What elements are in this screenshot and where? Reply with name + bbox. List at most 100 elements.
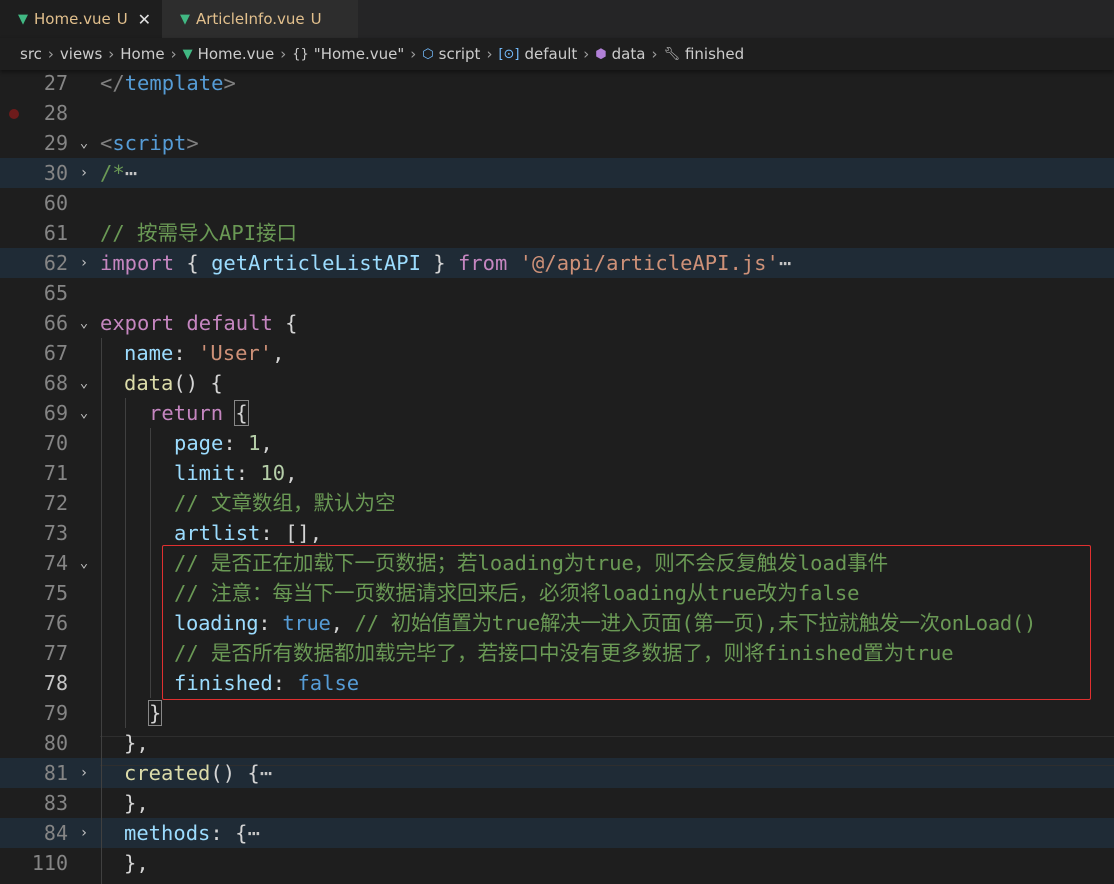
line-number: 74 (43, 551, 68, 575)
breadcrumb-component[interactable]: {} "Home.vue" (292, 45, 404, 63)
code-text: /*⋯ (100, 158, 137, 188)
line-number: 69 (43, 401, 68, 425)
annotation-highlight-box (162, 545, 1091, 700)
code-text: export default { (100, 308, 298, 338)
breadcrumb-finished[interactable]: 🔧︎ finished (663, 45, 744, 63)
tag-close: > (223, 71, 236, 95)
tab-articleinfo-vue[interactable]: ▼ ArticleInfo.vue U (162, 0, 358, 38)
tag-name: template (124, 71, 224, 95)
breadcrumb-file[interactable]: ▼ Home.vue (183, 45, 275, 63)
function-name: created (124, 761, 211, 785)
vue-file-icon: ▼ (180, 11, 190, 27)
chevron-right-icon: › (651, 45, 658, 63)
breadcrumb-views[interactable]: views (60, 45, 102, 63)
line-number: 65 (43, 281, 68, 305)
number: 1 (248, 431, 261, 455)
punctuation: : { (210, 821, 248, 845)
line-number: 27 (43, 71, 68, 95)
breadcrumb-data[interactable]: ⬢ data (595, 45, 645, 63)
tab-label: ArticleInfo.vue (196, 10, 305, 28)
close-icon[interactable]: ✕ (138, 10, 151, 29)
code-line: 81 › created() {⋯ (0, 758, 1114, 788)
comma: , (285, 461, 298, 485)
line-number: 66 (43, 311, 68, 335)
folded-ellipsis[interactable]: ⋯ (247, 821, 259, 845)
code-text: data() { (124, 368, 223, 398)
chevron-right-icon[interactable]: › (76, 248, 92, 278)
function-name: data (124, 371, 174, 395)
code-line: 110 }, (0, 848, 1114, 878)
breadcrumb-script[interactable]: ⬡ script (422, 45, 480, 63)
property: artlist (174, 521, 261, 545)
chevron-right-icon: › (280, 45, 287, 63)
line-number: 80 (43, 731, 68, 755)
property: name (124, 341, 174, 365)
property: methods (124, 821, 211, 845)
method-cube-icon: ⬢ (595, 46, 607, 62)
code-line: 80 }, (0, 728, 1114, 758)
line-number: 110 (31, 851, 68, 875)
code-line: 62 › import { getArticleListAPI } from '… (0, 248, 1114, 278)
chevron-right-icon[interactable]: › (76, 818, 92, 848)
code-line: 69 ⌄ return { (0, 398, 1114, 428)
line-number: 81 (43, 761, 68, 785)
folded-ellipsis[interactable]: ⋯ (779, 251, 791, 275)
line-number: 29 (43, 131, 68, 155)
line-number: 62 (43, 251, 68, 275)
code-line: 83 }, (0, 788, 1114, 818)
code-text: return { (149, 398, 249, 428)
code-line: 68 ⌄ data() { (0, 368, 1114, 398)
folded-ellipsis[interactable]: ⋯ (260, 761, 272, 785)
chevron-right-icon[interactable]: › (76, 158, 92, 188)
chevron-down-icon[interactable]: ⌄ (76, 398, 92, 428)
tab-home-vue[interactable]: ▼ Home.vue U ✕ (0, 0, 162, 38)
code-line: 65 (0, 278, 1114, 308)
chevron-right-icon: › (170, 45, 177, 63)
chevron-down-icon[interactable]: ⌄ (76, 308, 92, 338)
comma: , (260, 431, 273, 455)
breadcrumb-finished-label: finished (684, 45, 745, 63)
code-text: limit: 10, (174, 458, 297, 488)
comment: // 文章数组，默认为空 (174, 491, 396, 515)
code-editor[interactable]: 27 </template> 28 29 ⌄ <script> 30 › /*⋯… (0, 68, 1114, 884)
tab-bar: ▼ Home.vue U ✕ ▼ ArticleInfo.vue U (0, 0, 1114, 38)
code-line: 71 limit: 10, (0, 458, 1114, 488)
breadcrumb-component-label: "Home.vue" (313, 45, 405, 63)
chevron-down-icon[interactable]: ⌄ (76, 548, 92, 578)
number: 10 (260, 461, 286, 485)
colon: : (173, 341, 199, 365)
code-line: 66 ⌄ export default { (0, 308, 1114, 338)
breadcrumb-default-label: default (524, 45, 578, 63)
keyword-default: default (186, 311, 273, 335)
chevron-right-icon[interactable]: › (76, 758, 92, 788)
line-number: 77 (43, 641, 68, 665)
breakpoint-dot[interactable] (9, 109, 19, 119)
punctuation: : [], (260, 521, 323, 545)
line-number: 73 (43, 521, 68, 545)
untracked-badge: U (310, 10, 322, 28)
breadcrumb-home[interactable]: Home (120, 45, 164, 63)
code-line: 27 </template> (0, 68, 1114, 98)
chevron-right-icon: › (47, 45, 54, 63)
colon: : (235, 461, 261, 485)
tag-name: script (112, 131, 187, 155)
module-icon: ⬡ (422, 46, 434, 62)
braces-icon: {} (292, 46, 309, 62)
chevron-down-icon[interactable]: ⌄ (76, 368, 92, 398)
line-number: 67 (43, 341, 68, 365)
code-line: 67 name: 'User', (0, 338, 1114, 368)
breadcrumb-src[interactable]: src (20, 45, 42, 63)
code-text: methods: {⋯ (124, 818, 260, 848)
tag-open: </ (100, 71, 125, 95)
property: page (174, 431, 224, 455)
code-text: import { getArticleListAPI } from '@/api… (100, 248, 791, 278)
chevron-down-icon[interactable]: ⌄ (76, 128, 92, 158)
folded-ellipsis[interactable]: ⋯ (125, 161, 137, 185)
line-number: 72 (43, 491, 68, 515)
chevron-right-icon: › (486, 45, 493, 63)
breadcrumb-default[interactable]: [⊙] default (498, 45, 577, 63)
code-line: 70 page: 1, (0, 428, 1114, 458)
punctuation: () { (173, 371, 223, 395)
code-line: 84 › methods: {⋯ (0, 818, 1114, 848)
line-number: 83 (43, 791, 68, 815)
